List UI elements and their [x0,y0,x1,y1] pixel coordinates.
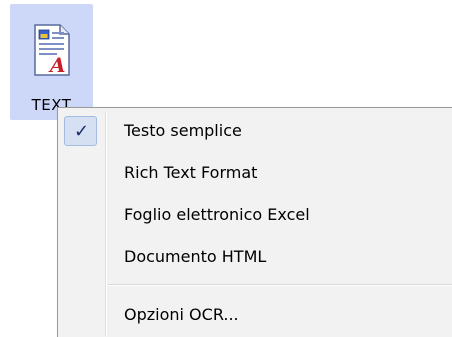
checkmark-icon: ✓ [74,121,90,142]
menu-item-label: Foglio elettronico Excel [124,205,310,224]
svg-text:A: A [48,53,66,77]
menu-item-label: Opzioni OCR... [124,305,239,324]
menu-item-foglio-excel[interactable]: Foglio elettronico Excel [61,196,452,234]
menu-item-label: Rich Text Format [124,163,258,182]
checked-indicator: ✓ [64,116,97,146]
desktop-area: A TEXT ✓ Testo semplice Rich Text Format… [0,0,452,337]
menu-item-label: Testo semplice [124,121,242,140]
menu-item-rich-text-format[interactable]: Rich Text Format [61,154,452,192]
text-document-icon: A [34,24,70,77]
text-file-icon-tile[interactable]: A TEXT [10,4,93,120]
menu-separator [108,284,452,286]
menu-item-label: Documento HTML [124,247,267,266]
menu-item-documento-html[interactable]: Documento HTML [61,238,452,276]
menu-item-opzioni-ocr[interactable]: Opzioni OCR... [61,296,452,334]
context-menu: ✓ Testo semplice Rich Text Format Foglio… [57,107,452,337]
menu-item-testo-semplice[interactable]: ✓ Testo semplice [61,112,452,150]
